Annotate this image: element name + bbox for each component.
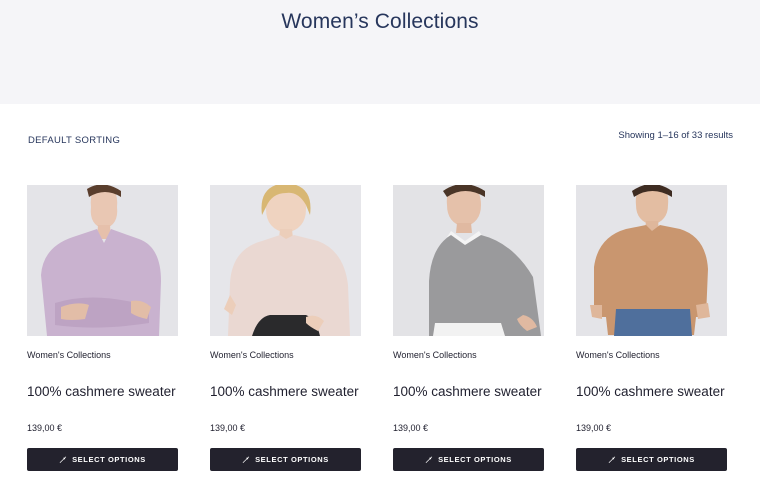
- product-image[interactable]: [27, 185, 178, 336]
- product-price: 139,00 €: [27, 423, 63, 433]
- wrench-icon: [608, 455, 616, 463]
- wrench-icon: [242, 455, 250, 463]
- product-title-link[interactable]: 100% cashmere sweater: [27, 384, 176, 399]
- product-card: Women's Collections 100% cashmere sweate…: [210, 185, 361, 475]
- product-category-link[interactable]: Women's Collections: [210, 350, 294, 360]
- page-title: Women’s Collections: [281, 10, 479, 33]
- product-photo-lilac-sweater: [27, 185, 178, 336]
- product-price: 139,00 €: [576, 423, 612, 433]
- wrench-icon: [59, 455, 67, 463]
- product-price: 139,00 €: [210, 423, 246, 433]
- product-card: Women's Collections 100% cashmere sweate…: [393, 185, 544, 475]
- select-options-button[interactable]: SELECT OPTIONS: [210, 448, 361, 471]
- sorting-dropdown[interactable]: DEFAULT SORTING: [28, 135, 120, 146]
- product-image[interactable]: [210, 185, 361, 336]
- product-card: Women's Collections 100% cashmere sweate…: [576, 185, 727, 475]
- product-category-link[interactable]: Women's Collections: [393, 350, 477, 360]
- product-grid: Women's Collections 100% cashmere sweate…: [27, 185, 727, 475]
- product-image[interactable]: [393, 185, 544, 336]
- product-photo-pink-sweater: [210, 185, 361, 336]
- product-image[interactable]: [576, 185, 727, 336]
- product-category-link[interactable]: Women's Collections: [576, 350, 660, 360]
- select-options-button[interactable]: SELECT OPTIONS: [576, 448, 727, 471]
- product-card: Women's Collections 100% cashmere sweate…: [27, 185, 178, 475]
- select-options-label: SELECT OPTIONS: [438, 455, 512, 464]
- wrench-icon: [425, 455, 433, 463]
- product-category-link[interactable]: Women's Collections: [27, 350, 111, 360]
- select-options-label: SELECT OPTIONS: [72, 455, 146, 464]
- page-header: Women’s Collections: [0, 0, 760, 104]
- product-photo-camel-sweater: [576, 185, 727, 336]
- select-options-button[interactable]: SELECT OPTIONS: [27, 448, 178, 471]
- product-title-link[interactable]: 100% cashmere sweater: [393, 384, 542, 399]
- results-count: Showing 1–16 of 33 results: [618, 130, 733, 141]
- product-price: 139,00 €: [393, 423, 429, 433]
- product-title-link[interactable]: 100% cashmere sweater: [210, 384, 359, 399]
- select-options-label: SELECT OPTIONS: [255, 455, 329, 464]
- select-options-button[interactable]: SELECT OPTIONS: [393, 448, 544, 471]
- product-photo-grey-sweater: [393, 185, 544, 336]
- select-options-label: SELECT OPTIONS: [621, 455, 695, 464]
- product-title-link[interactable]: 100% cashmere sweater: [576, 384, 725, 399]
